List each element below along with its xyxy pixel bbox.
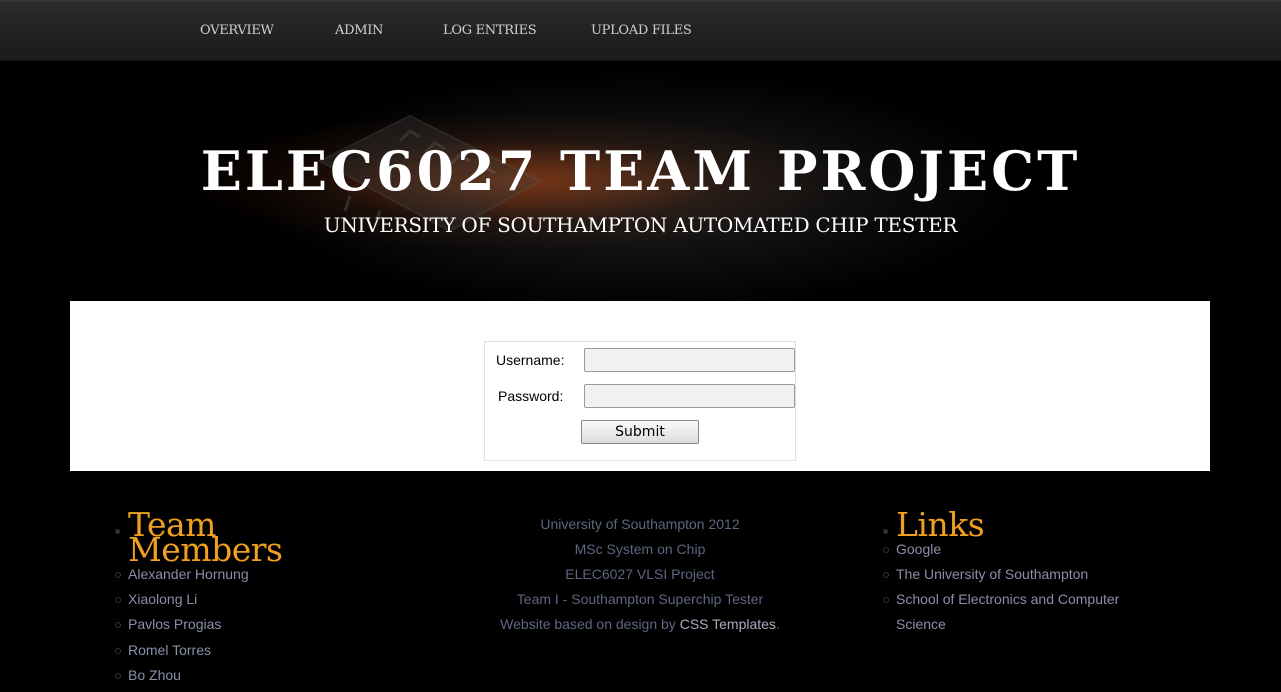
circle-bullet <box>115 572 121 578</box>
nav-admin[interactable]: ADMIN <box>335 23 383 38</box>
circle-bullet <box>115 597 121 603</box>
team-member: Romel Torres <box>128 642 211 658</box>
username-input[interactable] <box>584 348 795 372</box>
bullet-dot <box>115 529 120 534</box>
footer-line: University of Southampton 2012 <box>540 516 740 532</box>
circle-bullet <box>115 673 121 679</box>
nav-log-entries[interactable]: LOG ENTRIES <box>443 23 537 38</box>
links-title: Links <box>896 505 985 544</box>
page-title: ELEC6027 TEAM PROJECT <box>200 139 1081 203</box>
circle-bullet <box>883 597 889 603</box>
login-form: Username: Password: Submit <box>484 341 796 461</box>
team-members-title: Team Members <box>128 505 283 569</box>
page-subtitle: UNIVERSITY OF SOUTHAMPTON AUTOMATED CHIP… <box>323 213 958 237</box>
nav-overview[interactable]: OVERVIEW <box>200 23 274 38</box>
link-ecs-continued[interactable]: Science <box>896 616 946 632</box>
footer-line: Team I - Southampton Superchip Tester <box>516 591 764 607</box>
footer-line: ELEC6027 VLSI Project <box>565 566 715 582</box>
footer-credit: Website based on design by CSS Templates… <box>500 616 780 632</box>
circle-bullet <box>883 572 889 578</box>
css-templates-link[interactable]: CSS Templates <box>680 616 776 632</box>
link-google[interactable]: Google <box>896 541 941 557</box>
footer-line: MSc System on Chip <box>574 541 706 557</box>
circle-bullet <box>115 622 121 628</box>
circle-bullet <box>883 547 889 553</box>
header-banner: ELEC6027 TEAM PROJECT UNIVERSITY OF SOUT… <box>0 61 1281 301</box>
password-input[interactable] <box>584 384 795 408</box>
team-member: Alexander Hornung <box>128 566 249 582</box>
main-content: Username: Password: Submit <box>70 301 1210 471</box>
bullet-dot <box>883 529 888 534</box>
team-member: Xiaolong Li <box>128 591 198 607</box>
username-label: Username: <box>496 352 565 368</box>
nav-upload-files[interactable]: UPLOAD FILES <box>591 23 692 38</box>
team-member: Bo Zhou <box>128 667 181 683</box>
password-label: Password: <box>498 388 564 404</box>
link-ecs[interactable]: School of Electronics and Computer <box>896 591 1119 607</box>
top-nav: OVERVIEW ADMIN LOG ENTRIES UPLOAD FILES <box>0 0 1281 61</box>
link-university[interactable]: The University of Southampton <box>896 566 1088 582</box>
circle-bullet <box>115 648 121 654</box>
submit-button[interactable]: Submit <box>581 420 699 444</box>
team-member: Pavlos Progias <box>128 616 222 632</box>
